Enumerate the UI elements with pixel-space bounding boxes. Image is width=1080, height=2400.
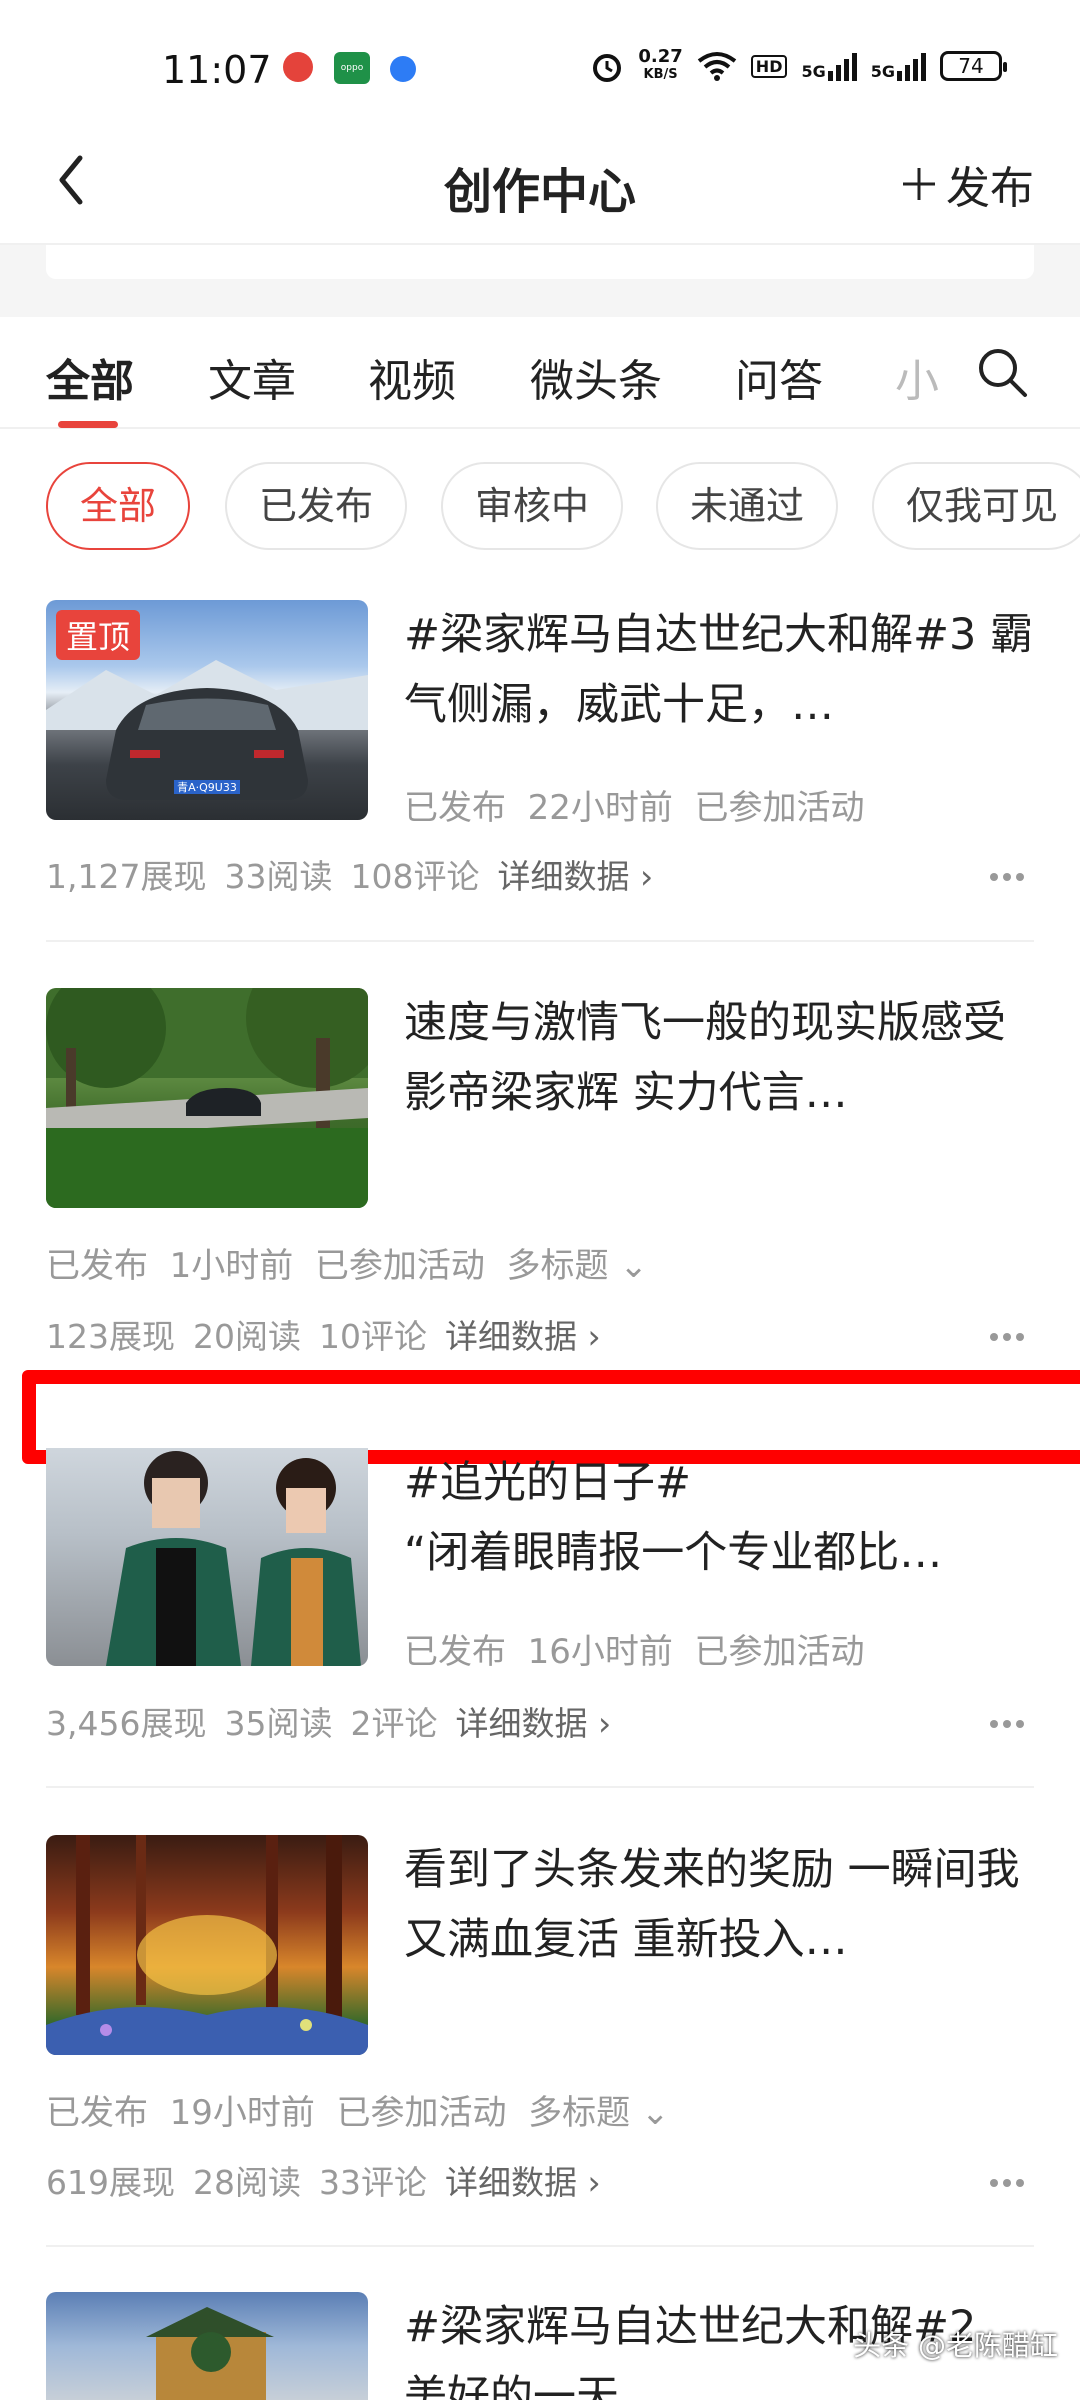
content-tabs: 全部 文章 视频 微头条 问答 小 bbox=[0, 317, 1080, 429]
filter-reviewing[interactable]: 审核中 bbox=[441, 462, 623, 550]
item-title[interactable]: #梁家辉马自达世纪大和解#3 霸气侧漏，威武十足，… bbox=[404, 600, 1034, 740]
plus-icon bbox=[903, 168, 935, 200]
item-status-line: 已发布 16小时前 已参加活动 bbox=[404, 1632, 865, 1672]
item-thumbnail[interactable] bbox=[46, 988, 368, 1208]
divider bbox=[46, 940, 1034, 942]
filter-private[interactable]: 仅我可见 bbox=[872, 462, 1080, 550]
multi-title-dropdown[interactable]: 多标题 ⌄ bbox=[528, 2093, 669, 2133]
filter-rejected[interactable]: 未通过 bbox=[656, 462, 838, 550]
item-status-line: 已发布 19小时前 已参加活动 多标题 ⌄ bbox=[46, 2093, 670, 2133]
item-stats: 619展现 28阅读 33评论 详细数据 › bbox=[46, 2163, 601, 2202]
signal-5g-1: 5G bbox=[801, 51, 857, 81]
banner-card bbox=[46, 245, 1034, 279]
item-thumbnail[interactable] bbox=[46, 2292, 368, 2400]
notification-app-icon bbox=[283, 52, 313, 82]
item-title[interactable]: 看到了头条发来的奖励 一瞬间我又满血复活 重新投入… bbox=[404, 1835, 1034, 1975]
status-icons: 0.27 KB/S HD 5G 5G 74 bbox=[590, 46, 1007, 84]
more-options-icon[interactable] bbox=[990, 866, 1030, 881]
notification-app-icon-2 bbox=[390, 56, 416, 82]
oppo-app-icon: oppo bbox=[334, 52, 370, 84]
more-options-icon[interactable] bbox=[990, 2172, 1030, 2187]
status-bar: 11:07 oppo 0.27 KB/S HD 5G 5G 74 bbox=[0, 0, 1080, 130]
divider bbox=[46, 1786, 1034, 1788]
search-icon[interactable] bbox=[975, 345, 1029, 399]
item-status-line: 已发布 22小时前 已参加活动 bbox=[404, 788, 865, 828]
pinned-badge: 置顶 bbox=[56, 610, 141, 660]
alarm-icon bbox=[593, 54, 622, 82]
item-title[interactable]: 速度与激情飞一般的现实版感受 影帝梁家辉 实力代言… bbox=[404, 988, 1034, 1128]
item-status-line: 已发布 1小时前 已参加活动 多标题 ⌄ bbox=[46, 1246, 648, 1286]
tab-all[interactable]: 全部 bbox=[46, 345, 134, 409]
filter-published[interactable]: 已发布 bbox=[225, 462, 407, 550]
wifi-icon bbox=[697, 52, 737, 81]
tab-more[interactable]: 小 bbox=[895, 345, 939, 409]
tab-qa[interactable]: 问答 bbox=[735, 345, 823, 409]
item-stats: 1,127展现 33阅读 108评论 详细数据 › bbox=[46, 857, 654, 896]
more-options-icon[interactable] bbox=[990, 1713, 1030, 1728]
park-image bbox=[46, 988, 368, 1208]
item-stats: 123展现 20阅读 10评论 详细数据 › bbox=[46, 1317, 601, 1356]
detail-data-link[interactable]: 详细数据 › bbox=[445, 1317, 601, 1356]
net-speed: 0.27 KB/S bbox=[638, 46, 683, 83]
item-stats: 3,456展现 35阅读 2评论 详细数据 › bbox=[46, 1704, 612, 1743]
more-options-icon[interactable] bbox=[990, 1326, 1030, 1341]
watermark: 头条 @老陈醋缸 bbox=[853, 2329, 1058, 2362]
battery-icon: 74 bbox=[940, 51, 1007, 81]
header: 创作中心 发布 bbox=[0, 130, 1080, 245]
license-plate-text: 青A·Q9U33 bbox=[177, 781, 237, 794]
detail-data-link[interactable]: 详细数据 › bbox=[497, 857, 653, 896]
gate-image bbox=[146, 2307, 274, 2400]
detail-data-link[interactable]: 详细数据 › bbox=[445, 2163, 601, 2202]
filter-chips: 全部 已发布 审核中 未通过 仅我可见 bbox=[0, 462, 1080, 554]
item-thumbnail[interactable]: 青A·Q9U33 置顶 bbox=[46, 600, 368, 820]
tab-micro-posts[interactable]: 微头条 bbox=[530, 345, 662, 409]
item-thumbnail[interactable] bbox=[46, 1835, 368, 2055]
item-title[interactable]: #追光的日子# “闭着眼睛报一个专业都比… bbox=[404, 1448, 1034, 1588]
item-thumbnail[interactable] bbox=[46, 1448, 368, 1666]
publish-button[interactable]: 发布 bbox=[900, 152, 1034, 216]
signal-5g-2: 5G bbox=[871, 51, 926, 81]
students-image bbox=[106, 1451, 361, 1666]
detail-data-link[interactable]: 详细数据 › bbox=[455, 1704, 611, 1743]
publish-label: 发布 bbox=[946, 163, 1034, 214]
divider bbox=[46, 2245, 1034, 2247]
filter-all[interactable]: 全部 bbox=[46, 462, 190, 550]
tab-underline bbox=[58, 421, 118, 428]
status-time: 11:07 bbox=[162, 48, 272, 92]
banner-strip bbox=[0, 245, 1080, 317]
tab-articles[interactable]: 文章 bbox=[208, 345, 296, 409]
multi-title-dropdown[interactable]: 多标题 ⌄ bbox=[507, 1246, 648, 1286]
tab-videos[interactable]: 视频 bbox=[368, 345, 456, 409]
forest-image bbox=[46, 1835, 368, 2055]
hd-badge: HD bbox=[750, 54, 788, 78]
